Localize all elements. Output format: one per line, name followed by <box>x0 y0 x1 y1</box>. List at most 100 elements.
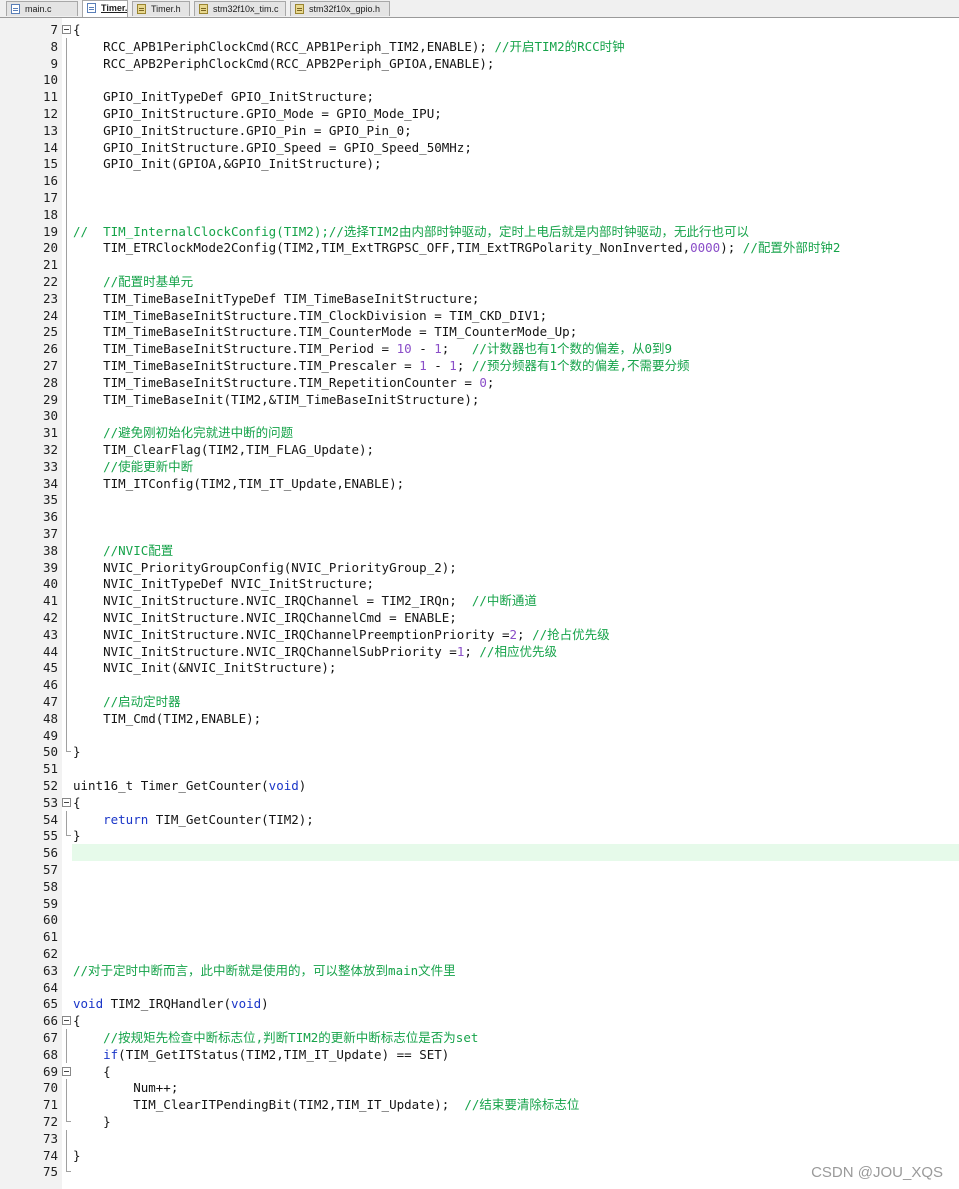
code-line[interactable]: 49 <box>0 726 959 744</box>
file-tab-stm32f10x-gpio-h[interactable]: stm32f10x_gpio.h <box>290 1 390 16</box>
file-tab-timer-c[interactable]: Timer.c <box>82 0 128 17</box>
code-line[interactable]: 26 TIM_TimeBaseInitStructure.TIM_Period … <box>0 340 959 358</box>
code-token: { <box>73 1013 81 1029</box>
code-line[interactable]: 51 <box>0 760 959 777</box>
code-text: { <box>73 794 81 811</box>
code-line[interactable]: 7{ <box>0 21 959 38</box>
code-line[interactable]: 12 GPIO_InitStructure.GPIO_Mode = GPIO_M… <box>0 105 959 122</box>
code-line[interactable]: 36 <box>0 508 959 526</box>
code-line[interactable]: 74} <box>0 1146 959 1164</box>
code-line[interactable]: 18 <box>0 205 959 223</box>
code-line[interactable]: 11 GPIO_InitTypeDef GPIO_InitStructure; <box>0 88 959 106</box>
line-number: 35 <box>42 492 58 508</box>
code-line[interactable]: 19 // TIM_InternalClockConfig(TIM2);//选择T… <box>0 222 959 240</box>
code-line[interactable]: 48 TIM_Cmd(TIM2,ENABLE); <box>0 709 959 727</box>
line-number: 45 <box>42 660 58 676</box>
code-line[interactable]: 62 <box>0 945 959 962</box>
header-file-icon <box>295 4 304 14</box>
code-line[interactable]: 10 <box>0 71 959 89</box>
code-line[interactable]: 14 GPIO_InitStructure.GPIO_Speed = GPIO_… <box>0 138 959 156</box>
code-line[interactable]: 45 NVIC_Init(&NVIC_InitStructure); <box>0 659 959 677</box>
code-line[interactable]: 9 RCC_APB2PeriphClockCmd(RCC_APB2Periph_… <box>0 54 959 72</box>
code-line[interactable]: 13 GPIO_InitStructure.GPIO_Pin = GPIO_Pi… <box>0 121 959 139</box>
code-line[interactable]: 70 Num++; <box>0 1079 959 1097</box>
code-text: } <box>73 1147 81 1164</box>
file-tab-stm32f10x-tim-c[interactable]: stm32f10x_tim.c <box>194 1 286 16</box>
code-token: } <box>73 828 81 844</box>
code-line[interactable]: 52 uint16_t Timer_GetCounter(void) <box>0 777 959 794</box>
code-line[interactable]: 37 <box>0 525 959 542</box>
code-line[interactable]: 44 NVIC_InitStructure.NVIC_IRQChannelSub… <box>0 642 959 660</box>
code-token: GPIO_InitTypeDef GPIO_InitStructure; <box>73 89 375 105</box>
code-line[interactable]: 30 <box>0 407 959 425</box>
code-line[interactable]: 28 TIM_TimeBaseInitStructure.TIM_Repetit… <box>0 373 959 391</box>
code-line[interactable]: 15 GPIO_Init(GPIOA,&GPIO_InitStructure); <box>0 155 959 173</box>
code-line[interactable]: 57 <box>0 861 959 878</box>
code-text: TIM_TimeBaseInitTypeDef TIM_TimeBaseInit… <box>73 290 479 307</box>
code-text: TIM_TimeBaseInitStructure.TIM_ClockDivis… <box>73 307 547 324</box>
fold-collapse-icon[interactable] <box>62 1063 71 1080</box>
code-line[interactable]: 67 //按规矩先检查中断标志位,判断TIM2的更新中断标志位是否为set <box>0 1029 959 1046</box>
code-line[interactable]: 61 <box>0 928 959 945</box>
file-tab-label: Timer.h <box>151 4 181 14</box>
code-line[interactable]: 20 TIM_ETRClockMode2Config(TIM2,TIM_ExtT… <box>0 239 959 257</box>
code-line[interactable]: 40 NVIC_InitTypeDef NVIC_InitStructure; <box>0 575 959 593</box>
code-line[interactable]: 56 <box>43 844 959 862</box>
code-token: GPIO_InitStructure.GPIO_Speed = GPIO_Spe… <box>73 139 472 155</box>
code-editor[interactable]: 7{8 RCC_APB1PeriphClockCmd(RCC_APB1Perip… <box>0 18 959 1189</box>
code-comment: //抢占优先级 <box>532 626 610 642</box>
code-line[interactable]: 31 //避免刚初始化完就进中断的问题 <box>0 424 959 442</box>
code-line[interactable]: 73 <box>0 1129 959 1147</box>
code-line[interactable]: 17 <box>0 189 959 206</box>
code-line[interactable]: 35 <box>0 491 959 509</box>
code-token: - <box>411 341 435 357</box>
code-line[interactable]: 39 NVIC_PriorityGroupConfig(NVIC_Priorit… <box>0 558 959 576</box>
line-number: 65 <box>42 996 58 1012</box>
code-line[interactable]: 63 //对于定时中断而言，此中断就是使用的，可以整体放到main文件里 <box>0 962 959 979</box>
code-line[interactable]: 65 void TIM2_IRQHandler(void) <box>0 995 959 1012</box>
code-line[interactable]: 8 RCC_APB1PeriphClockCmd(RCC_APB1Periph_… <box>0 37 959 55</box>
code-line[interactable]: 72 } <box>0 1113 959 1130</box>
code-line[interactable]: 60 <box>0 911 959 928</box>
code-line[interactable]: 64 <box>0 979 959 996</box>
code-line[interactable]: 25 TIM_TimeBaseInitStructure.TIM_Counter… <box>0 323 959 341</box>
code-line[interactable]: 68 if(TIM_GetITStatus(TIM2,TIM_IT_Update… <box>0 1045 959 1063</box>
code-line[interactable]: 58 <box>0 878 959 895</box>
code-line[interactable]: 24 TIM_TimeBaseInitStructure.TIM_ClockDi… <box>0 306 959 324</box>
file-tab-timer-h[interactable]: Timer.h <box>132 1 190 16</box>
code-line[interactable]: 33 //使能更新中断 <box>0 457 959 475</box>
code-line[interactable]: 34 TIM_ITConfig(TIM2,TIM_IT_Update,ENABL… <box>0 474 959 492</box>
code-line[interactable]: 53 { <box>0 794 959 811</box>
code-line[interactable]: 32 TIM_ClearFlag(TIM2,TIM_FLAG_Update); <box>0 441 959 458</box>
code-line[interactable]: 55} <box>0 827 959 844</box>
code-line[interactable]: 43 NVIC_InitStructure.NVIC_IRQChannelPre… <box>0 625 959 643</box>
code-line[interactable]: 66 { <box>0 1012 959 1029</box>
code-line[interactable]: 21 <box>0 256 959 274</box>
code-line[interactable]: 69 { <box>0 1063 959 1080</box>
fold-guide <box>62 407 71 425</box>
file-tab-main-c[interactable]: main.c <box>6 1 78 16</box>
code-line[interactable]: 50} <box>0 743 959 760</box>
code-line[interactable]: 16 <box>0 172 959 190</box>
line-number: 9 <box>50 55 58 71</box>
code-line[interactable]: 41 NVIC_InitStructure.NVIC_IRQChannel = … <box>0 592 959 610</box>
code-line[interactable]: 59 <box>0 895 959 912</box>
code-line[interactable]: 54 return TIM_GetCounter(TIM2); <box>0 810 959 828</box>
code-line[interactable]: 29 TIM_TimeBaseInit(TIM2,&TIM_TimeBaseIn… <box>0 390 959 408</box>
code-line[interactable]: 47 //启动定时器 <box>0 693 959 710</box>
code-line[interactable]: 46 <box>0 676 959 694</box>
code-token: TIM_ClearITPendingBit(TIM2,TIM_IT_Update… <box>73 1097 465 1113</box>
line-number: 29 <box>42 391 58 407</box>
line-number: 26 <box>42 341 58 357</box>
fold-collapse-icon[interactable] <box>62 794 71 811</box>
fold-guide <box>62 676 71 694</box>
line-number: 75 <box>42 1164 58 1180</box>
code-line[interactable]: 38 //NVIC配置 <box>0 541 959 559</box>
code-line[interactable]: 27 TIM_TimeBaseInitStructure.TIM_Prescal… <box>0 357 959 374</box>
fold-collapse-icon[interactable] <box>62 1012 71 1029</box>
code-line[interactable]: 42 NVIC_InitStructure.NVIC_IRQChannelCmd… <box>0 609 959 626</box>
code-line[interactable]: 22 //配置时基单元 <box>0 273 959 290</box>
fold-collapse-icon[interactable] <box>62 21 71 38</box>
code-line[interactable]: 71 TIM_ClearITPendingBit(TIM2,TIM_IT_Upd… <box>0 1096 959 1114</box>
code-line[interactable]: 23 TIM_TimeBaseInitTypeDef TIM_TimeBaseI… <box>0 289 959 307</box>
